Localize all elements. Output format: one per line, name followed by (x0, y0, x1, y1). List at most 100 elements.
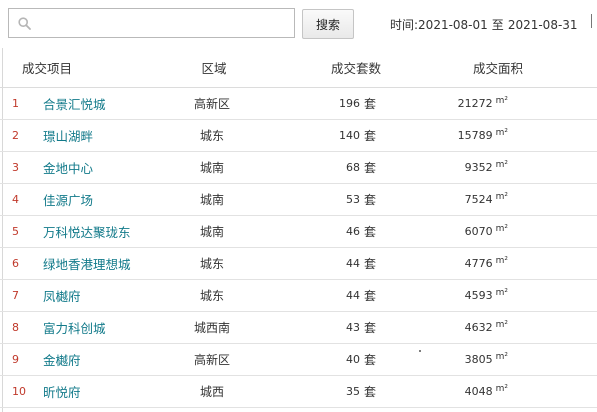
table-row: 7 凤樾府 城东 44 套 4593 m² (0, 280, 597, 312)
size-value: 4776 (464, 257, 493, 270)
row-rank: 1 (12, 97, 19, 110)
row-area: 城南 (199, 161, 224, 175)
row-units: 43 套 (320, 312, 376, 343)
table-row: 5 万科悦达聚珑东 城南 46 套 6070 m² (0, 216, 597, 248)
row-size: 3805 m² (456, 344, 508, 375)
header-area: 区域 (201, 61, 227, 76)
table-header: 成交项目 区域 成交套数 成交面积 (0, 48, 597, 88)
size-suffix: m² (495, 159, 508, 170)
search-icon (18, 17, 31, 30)
project-link[interactable]: 凤樾府 (43, 280, 81, 311)
size-suffix: m² (495, 191, 508, 202)
date-start[interactable]: 2021-08-01 (418, 18, 488, 32)
project-link[interactable]: 昕悦府 (43, 376, 81, 407)
row-area: 高新区 (193, 353, 230, 367)
row-rank: 2 (12, 129, 19, 142)
units-value: 53 (345, 193, 360, 206)
row-units: 35 套 (320, 376, 376, 407)
units-value: 44 (345, 257, 360, 270)
toolbar-edge-divider (591, 14, 592, 28)
row-size: 4048 m² (456, 376, 508, 407)
row-size: 4632 m² (456, 312, 508, 343)
row-size: 4593 m² (456, 280, 508, 311)
row-rank: 4 (12, 193, 19, 206)
date-end[interactable]: 2021-08-31 (508, 18, 578, 32)
units-suffix: 套 (363, 161, 376, 175)
row-units: 46 套 (320, 216, 376, 247)
row-size: 9352 m² (456, 152, 508, 183)
row-area: 城西南 (193, 321, 230, 335)
row-units: 196 套 (320, 88, 376, 119)
row-area: 城东 (199, 129, 224, 143)
project-link[interactable]: 富力科创城 (43, 312, 106, 343)
header-size: 成交面积 (472, 61, 523, 76)
stray-dot (419, 350, 421, 352)
units-value: 46 (345, 225, 360, 238)
size-suffix: m² (495, 351, 508, 362)
size-value: 3805 (464, 353, 493, 366)
units-value: 40 (345, 353, 360, 366)
table-row: 1 合景汇悦城 高新区 196 套 21272 m² (0, 88, 597, 120)
table-row: 6 绿地香港理想城 城东 44 套 4776 m² (0, 248, 597, 280)
size-suffix: m² (495, 287, 508, 298)
units-value: 43 (345, 321, 360, 334)
header-units: 成交套数 (330, 61, 381, 76)
project-link[interactable]: 金地中心 (43, 152, 93, 183)
size-suffix: m² (495, 95, 508, 106)
row-rank: 5 (12, 225, 19, 238)
row-size: 7524 m² (456, 184, 508, 215)
row-units: 53 套 (320, 184, 376, 215)
size-suffix: m² (495, 223, 508, 234)
project-link[interactable]: 万科悦达聚珑东 (43, 216, 131, 247)
table-row: 9 金樾府 高新区 40 套 3805 m² (0, 344, 597, 376)
row-rank: 7 (12, 289, 19, 302)
project-link[interactable]: 金樾府 (43, 344, 81, 375)
project-link[interactable]: 佳源广场 (43, 184, 93, 215)
units-value: 35 (345, 385, 360, 398)
units-suffix: 套 (363, 385, 376, 399)
project-link[interactable]: 合景汇悦城 (43, 88, 106, 119)
size-value: 6070 (464, 225, 493, 238)
size-suffix: m² (495, 255, 508, 266)
row-units: 44 套 (320, 280, 376, 311)
table-row: 10 昕悦府 城西 35 套 4048 m² (0, 376, 597, 408)
units-suffix: 套 (363, 97, 376, 111)
size-value: 9352 (464, 161, 493, 174)
row-size: 6070 m² (456, 216, 508, 247)
row-area: 城西 (199, 385, 224, 399)
units-value: 44 (345, 289, 360, 302)
table-row: 3 金地中心 城南 68 套 9352 m² (0, 152, 597, 184)
size-value: 4632 (464, 321, 493, 334)
size-value: 7524 (464, 193, 493, 206)
row-units: 44 套 (320, 248, 376, 279)
size-suffix: m² (495, 127, 508, 138)
units-suffix: 套 (363, 321, 376, 335)
units-value: 196 (338, 97, 360, 110)
size-value: 21272 (457, 97, 493, 110)
row-units: 140 套 (320, 120, 376, 151)
date-separator: 至 (491, 18, 504, 32)
row-units: 68 套 (320, 152, 376, 183)
size-suffix: m² (495, 383, 508, 394)
row-rank: 10 (12, 385, 26, 398)
row-rank: 6 (12, 257, 19, 270)
search-box[interactable] (8, 8, 295, 38)
row-area: 高新区 (193, 97, 230, 111)
search-input[interactable] (37, 13, 291, 35)
table-row: 2 璟山湖畔 城东 140 套 15789 m² (0, 120, 597, 152)
units-value: 68 (345, 161, 360, 174)
search-button[interactable]: 搜索 (302, 9, 354, 39)
date-range: 时间:2021-08-01 至 2021-08-31 (390, 16, 578, 33)
units-suffix: 套 (363, 289, 376, 303)
row-area: 城东 (199, 289, 224, 303)
date-range-label: 时间: (390, 18, 419, 32)
project-link[interactable]: 璟山湖畔 (43, 120, 93, 151)
row-units: 40 套 (320, 344, 376, 375)
row-area: 城南 (199, 193, 224, 207)
size-suffix: m² (495, 319, 508, 330)
table-row: 4 佳源广场 城南 53 套 7524 m² (0, 184, 597, 216)
units-value: 140 (338, 129, 360, 142)
project-link[interactable]: 绿地香港理想城 (43, 248, 131, 279)
units-suffix: 套 (363, 257, 376, 271)
units-suffix: 套 (363, 129, 376, 143)
